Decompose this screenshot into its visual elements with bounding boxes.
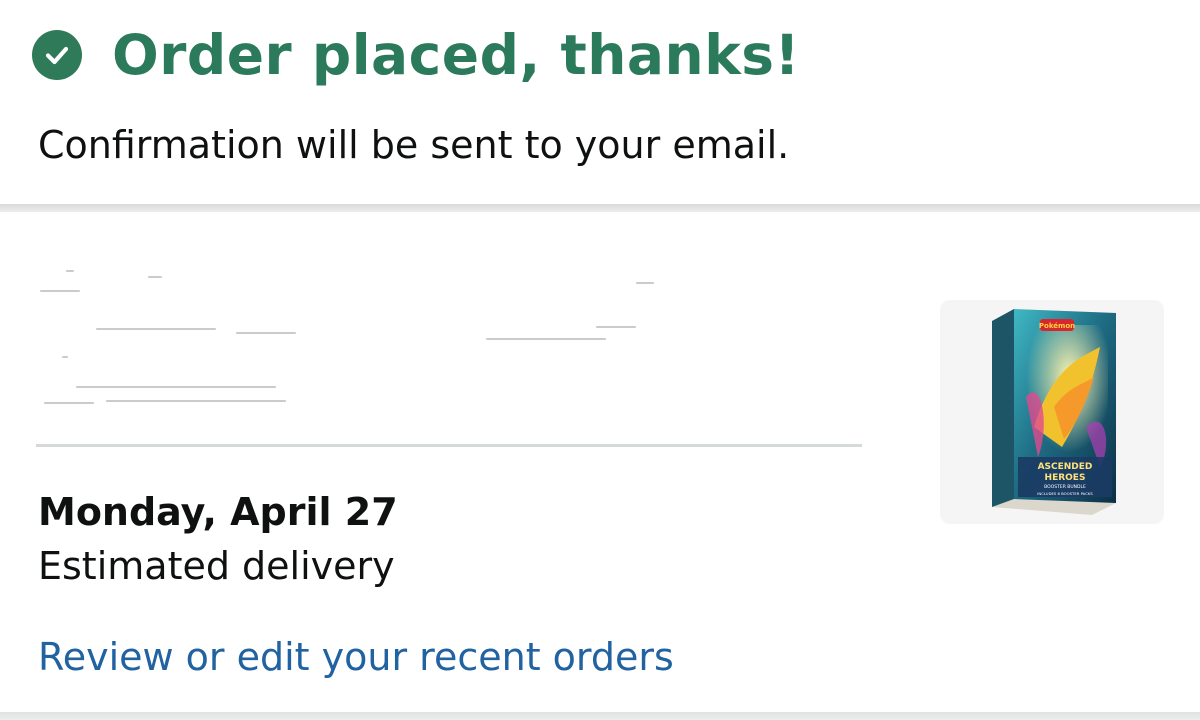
section-divider bbox=[0, 204, 1200, 212]
svg-text:INCLUDES 6 BOOSTER PACKS: INCLUDES 6 BOOSTER PACKS bbox=[1037, 491, 1093, 496]
order-confirmation-page: Order placed, thanks! Confirmation will … bbox=[0, 0, 1200, 720]
confirmation-subtitle: Confirmation will be sent to your email. bbox=[38, 123, 790, 167]
confirmation-title: Order placed, thanks! bbox=[112, 23, 801, 87]
order-summary-card: Monday, April 27 Estimated delivery Revi… bbox=[0, 212, 1200, 712]
delivery-label: Estimated delivery bbox=[38, 544, 395, 588]
card-divider bbox=[36, 444, 862, 447]
delivery-date: Monday, April 27 bbox=[38, 490, 398, 534]
confirmation-banner: Order placed, thanks! Confirmation will … bbox=[0, 0, 1200, 204]
svg-text:ASCENDED: ASCENDED bbox=[1038, 462, 1093, 472]
review-orders-link[interactable]: Review or edit your recent orders bbox=[38, 632, 674, 682]
svg-text:BOOSTER BUNDLE: BOOSTER BUNDLE bbox=[1044, 484, 1086, 490]
section-divider-bottom bbox=[0, 712, 1200, 720]
product-thumbnail[interactable]: Pokémon ASCENDED HEROES BOOSTER BUNDLE I… bbox=[940, 300, 1164, 524]
svg-text:Pokémon: Pokémon bbox=[1039, 322, 1075, 330]
svg-text:HEROES: HEROES bbox=[1045, 473, 1086, 483]
check-circle-icon bbox=[32, 30, 82, 80]
redacted-shipping-address bbox=[36, 252, 736, 422]
product-box-image: Pokémon ASCENDED HEROES BOOSTER BUNDLE I… bbox=[992, 309, 1116, 515]
confirmation-title-row: Order placed, thanks! bbox=[32, 22, 800, 88]
